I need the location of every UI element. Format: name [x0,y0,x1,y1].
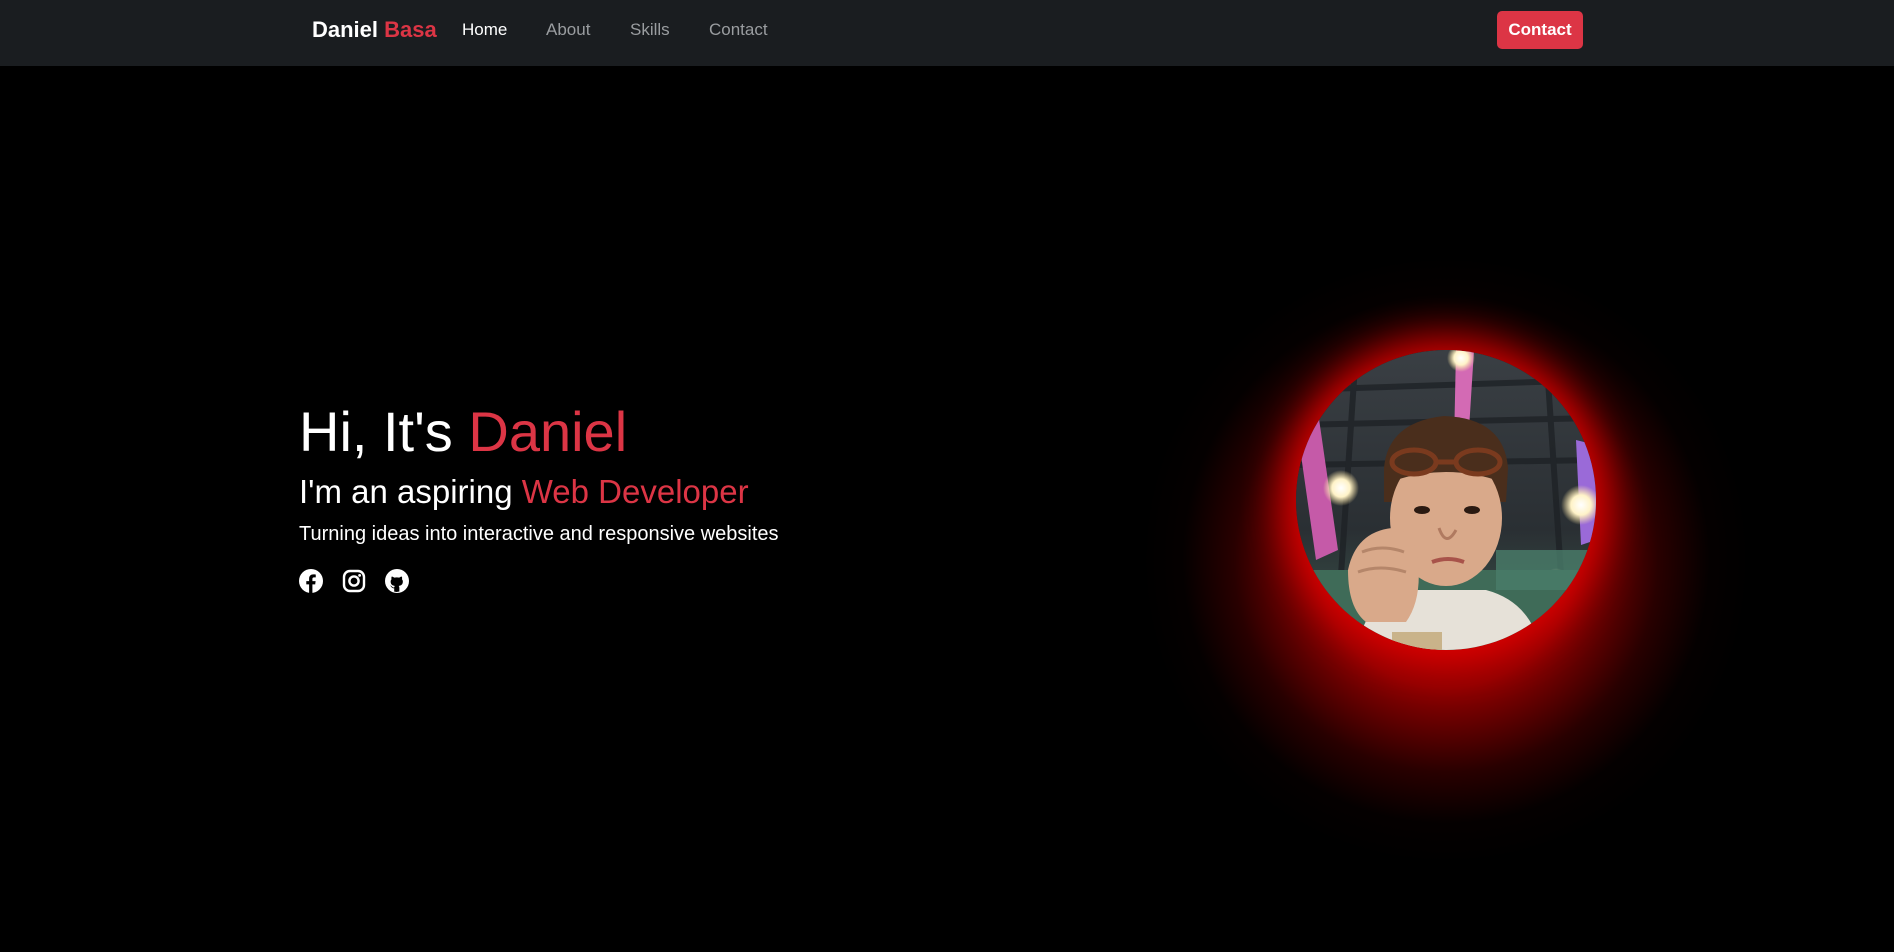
brand-last-name: Basa [384,17,437,42]
hero-name: Daniel [468,400,628,463]
nav-link-contact[interactable]: Contact [709,19,768,41]
contact-button[interactable]: Contact [1497,11,1583,49]
nav-link-home[interactable]: Home [462,19,507,41]
nav-link-skills[interactable]: Skills [630,19,670,41]
hero-greeting: Hi, It's [299,400,453,463]
github-icon[interactable] [385,569,409,593]
hero-role: Web Developer [521,473,749,510]
facebook-icon[interactable] [299,569,323,593]
brand-logo[interactable]: Daniel Basa [312,17,437,43]
hero-role-prefix: I'm an aspiring [299,473,513,510]
brand-first-name: Daniel [312,17,379,42]
nav-link-about[interactable]: About [546,19,590,41]
profile-photo [1296,350,1596,650]
navbar: Daniel Basa Home About Skills Contact Co… [0,0,1894,66]
hero-subtitle: I'm an aspiring Web Developer [299,473,749,511]
hero-tagline: Turning ideas into interactive and respo… [299,523,779,545]
instagram-icon[interactable] [342,569,366,593]
hero-title: Hi, It's Daniel [299,400,627,464]
